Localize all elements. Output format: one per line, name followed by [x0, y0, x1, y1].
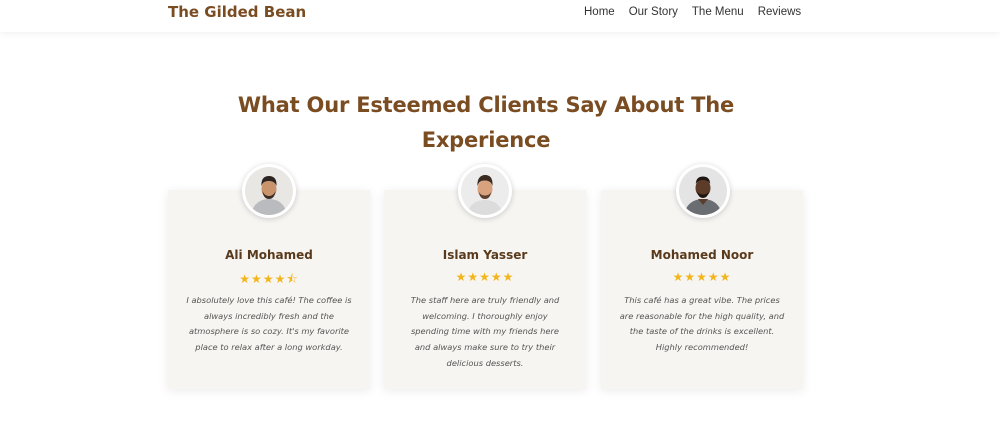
avatar-photo-icon — [461, 167, 509, 215]
star-rating: ★★★★★ — [672, 270, 732, 284]
avatar — [676, 164, 730, 218]
nav-link-home[interactable]: Home — [584, 6, 615, 18]
star-rating: ★★★★★ — [455, 270, 515, 284]
testimonial-quote: The staff here are truly friendly and we… — [410, 295, 560, 368]
avatar — [242, 164, 296, 218]
testimonial-quote: This café has a great vibe. The prices a… — [619, 295, 785, 353]
section-title: What Our Esteemed Clients Say About The … — [237, 93, 735, 152]
nav-link-reviews[interactable]: Reviews — [758, 6, 801, 18]
reviewer-name: Ali Mohamed — [225, 248, 313, 262]
nav-link-the-menu[interactable]: The Menu — [692, 6, 744, 18]
nav-link-our-story[interactable]: Our Story — [629, 6, 678, 18]
avatar — [458, 164, 512, 218]
nav-links: Home Our Story The Menu Reviews — [584, 6, 815, 18]
brand-logo-text[interactable]: The Gilded Bean — [168, 3, 306, 21]
testimonial-card: Mohamed Noor ★★★★★ This café has a great… — [601, 190, 803, 389]
testimonial-card: Islam Yasser ★★★★★ The staff here are tr… — [384, 190, 586, 389]
star-rating: ★★★★⯪ — [239, 272, 299, 286]
avatar-photo-icon — [679, 167, 727, 215]
reviewer-name: Mohamed Noor — [650, 248, 754, 262]
top-navbar: The Gilded Bean Home Our Story The Menu … — [0, 0, 1000, 32]
avatar-photo-icon — [245, 167, 293, 215]
reviewer-name: Islam Yasser — [442, 248, 528, 262]
testimonial-card: Ali Mohamed ★★★★⯪ I absolutely love this… — [168, 190, 370, 389]
testimonial-quote: I absolutely love this café! The coffee … — [186, 295, 352, 353]
